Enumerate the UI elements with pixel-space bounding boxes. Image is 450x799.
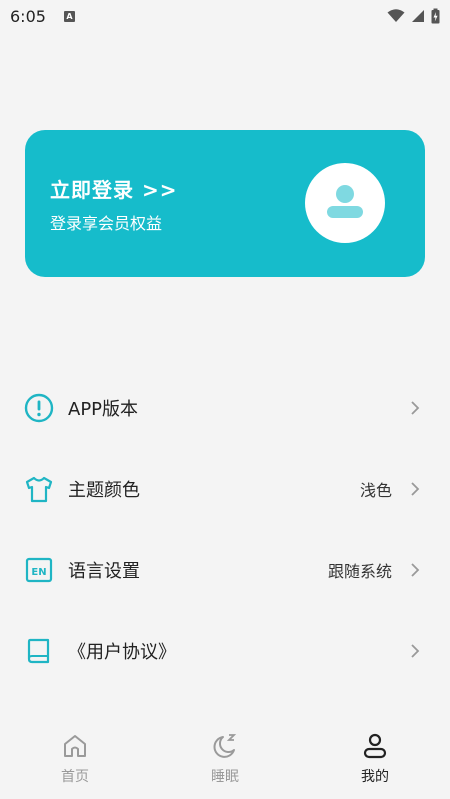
signal-icon [412, 10, 424, 22]
nav-sleep[interactable]: 睡眠 [185, 732, 265, 792]
chevron-right-icon [411, 482, 420, 496]
status-indicators [387, 8, 440, 24]
status-time: 6:05 [10, 6, 46, 26]
book-icon [27, 638, 50, 664]
nav-label: 睡眠 [211, 769, 239, 785]
avatar[interactable] [305, 163, 385, 243]
menu-label: 语言设置 [68, 561, 140, 582]
menu-value: 跟随系统 [327, 562, 392, 581]
home-icon [64, 735, 86, 757]
battery-charging-icon [431, 8, 440, 24]
menu-item-theme-color[interactable]: 主题颜色 浅色 [0, 459, 450, 519]
login-subtitle: 登录享会员权益 [50, 214, 163, 233]
nav-mine[interactable]: 我的 [335, 732, 415, 792]
chevron-right-icon [411, 644, 420, 658]
menu-value: 浅色 [359, 481, 392, 500]
menu-item-app-version[interactable]: APP版本 [0, 378, 450, 438]
wifi-icon [387, 9, 405, 22]
svg-text:EN: EN [31, 567, 46, 578]
menu-item-language[interactable]: EN 语言设置 跟随系统 [0, 540, 450, 600]
menu-label: 主题颜色 [68, 480, 140, 501]
user-avatar-icon [327, 185, 363, 218]
language-en-icon: EN [25, 557, 53, 583]
chevron-right-icon [411, 401, 420, 415]
login-title[interactable]: 立即登录 >> [50, 174, 177, 203]
menu-label: APP版本 [68, 399, 139, 420]
menu-label: 《用户协议》 [68, 642, 176, 663]
nav-label: 首页 [61, 769, 89, 785]
login-card[interactable]: 立即登录 >> 登录享会员权益 [25, 130, 425, 277]
nav-home[interactable]: 首页 [35, 732, 115, 792]
user-icon [363, 733, 387, 759]
status-bar: 6:05 A [0, 0, 450, 32]
info-circle-icon [24, 393, 54, 423]
chevron-right-icon [411, 563, 420, 577]
tshirt-icon [25, 476, 53, 503]
notification-a-icon: A [63, 10, 75, 22]
menu-item-user-agreement[interactable]: 《用户协议》 [0, 621, 450, 681]
bottom-nav: 首页 睡眠 我的 [0, 724, 450, 799]
nav-label: 我的 [361, 769, 389, 785]
moon-sleep-icon [213, 734, 237, 758]
